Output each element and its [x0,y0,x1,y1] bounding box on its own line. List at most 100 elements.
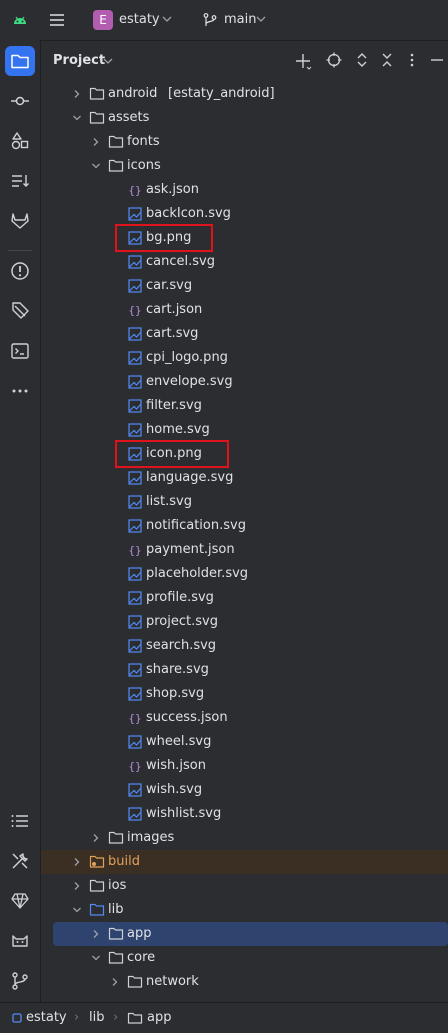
flutter-inspector-button[interactable] [5,886,35,916]
tree-file-row[interactable]: placeholder.svg [41,562,448,586]
chevron-down-icon[interactable] [71,904,83,916]
tree-file-row[interactable]: icon.png [41,442,448,466]
version-control-button[interactable] [5,966,35,996]
tree-file-row[interactable]: wishlist.svg [41,802,448,826]
tree-folder-row[interactable]: fonts [41,130,448,154]
git-branch-icon[interactable] [202,12,218,28]
tree-folder-row[interactable]: build [41,850,448,874]
svg-text:{}: {} [128,184,141,197]
breadcrumb-lib[interactable]: lib [89,1010,104,1025]
tree-item-label: cart.json [146,302,203,317]
chevron-right-icon[interactable] [71,880,83,892]
tree-item-label: ask.json [146,182,199,197]
structure-button[interactable] [5,806,35,836]
problems-button[interactable] [5,256,35,286]
tree-file-row[interactable]: {} cart.json [41,298,448,322]
chevron-down-icon[interactable] [162,15,172,23]
tree-file-row[interactable]: language.svg [41,466,448,490]
tree-folder-row[interactable]: images [41,826,448,850]
tree-item-label: cart.svg [146,326,199,341]
chevron-down-icon[interactable] [256,15,266,23]
minimize-icon[interactable] [429,52,445,68]
tree-file-row[interactable]: bg.png [41,226,448,250]
services-button[interactable] [5,296,35,326]
chevron-right-icon[interactable] [90,928,102,940]
tree-file-row[interactable]: cpi_logo.png [41,346,448,370]
add-icon[interactable] [294,52,312,70]
tree-folder-row[interactable]: ios [41,874,448,898]
tree-file-row[interactable]: search.svg [41,634,448,658]
branch-name[interactable]: main [224,12,256,27]
locate-icon[interactable] [326,52,342,68]
tree-item-label: cancel.svg [146,254,215,269]
tree-file-row[interactable]: wish.svg [41,778,448,802]
chevron-down-icon[interactable] [90,160,102,172]
commit-icon [11,96,29,106]
collapse-all-icon[interactable] [379,52,395,68]
image-file-icon [128,351,142,365]
tree-folder-row[interactable]: lib [41,898,448,922]
gitlab-icon [11,213,29,229]
tree-item-label: shop.svg [146,686,205,701]
chevron-right-icon[interactable] [71,88,83,100]
build-variants-button[interactable] [5,846,35,876]
tree-folder-row[interactable]: core [41,946,448,970]
logcat-button[interactable] [5,926,35,956]
tree-folder-row[interactable]: app [53,922,448,946]
source-folder-icon [89,903,105,916]
cat-icon [12,935,28,947]
tree-folder-row[interactable]: network [41,970,448,994]
tree-folder-row[interactable]: icons [41,154,448,178]
chevron-right-icon[interactable] [90,832,102,844]
tree-file-row[interactable]: home.svg [41,418,448,442]
tree-file-row[interactable]: envelope.svg [41,370,448,394]
tree-folder-row[interactable]: assets [41,106,448,130]
image-file-icon [128,255,142,269]
chevron-down-icon[interactable] [103,57,113,65]
tree-file-row[interactable]: cart.svg [41,322,448,346]
tree-file-row[interactable]: share.svg [41,658,448,682]
tree-file-row[interactable]: cancel.svg [41,250,448,274]
options-icon[interactable] [404,52,420,68]
chevron-right-icon[interactable] [109,976,121,988]
tree-item-label: app [127,926,152,941]
tree-folder-row[interactable]: android [estaty_android] [41,82,448,106]
tree-file-row[interactable]: {} ask.json [41,178,448,202]
commit-tool-button[interactable] [5,86,35,116]
main-menu-icon[interactable] [48,11,66,29]
tree-file-row[interactable]: {} payment.json [41,538,448,562]
breadcrumb-app[interactable]: app [147,1010,171,1025]
terminal-button[interactable] [5,336,35,366]
android-icon[interactable] [12,12,28,28]
more-tools-button[interactable] [5,376,35,406]
chevron-right-icon[interactable] [71,856,83,868]
chevron-down-icon[interactable] [90,952,102,964]
tree-file-row[interactable]: backIcon.svg [41,202,448,226]
project-name[interactable]: estaty [119,12,160,27]
tree-file-row[interactable]: shop.svg [41,682,448,706]
tree-item-label: payment.json [146,542,235,557]
tree-file-row[interactable]: car.svg [41,274,448,298]
tree-file-row[interactable]: list.svg [41,490,448,514]
project-tool-button[interactable] [5,46,35,76]
chevron-right-icon[interactable] [90,136,102,148]
tree-file-row[interactable]: profile.svg [41,586,448,610]
chevron-down-icon[interactable] [71,112,83,124]
pull-requests-button[interactable] [5,166,35,196]
tree-item-label: ios [108,878,127,893]
tree-item-label: build [108,854,140,869]
tree-item-label: project.svg [146,614,218,629]
tree-file-row[interactable]: project.svg [41,610,448,634]
tree-file-row[interactable]: {} wish.json [41,754,448,778]
tree-file-row[interactable]: wheel.svg [41,730,448,754]
panel-title[interactable]: Project [53,53,105,68]
tree-file-row[interactable]: {} success.json [41,706,448,730]
expand-all-icon[interactable] [354,52,370,68]
project-badge[interactable]: E [93,10,113,30]
gitlab-button[interactable] [5,206,35,236]
breadcrumb-project[interactable]: estaty [26,1010,67,1025]
tree-file-row[interactable]: notification.svg [41,514,448,538]
resource-manager-button[interactable] [5,126,35,156]
tree-file-row[interactable]: filter.svg [41,394,448,418]
folder-icon [108,831,124,844]
